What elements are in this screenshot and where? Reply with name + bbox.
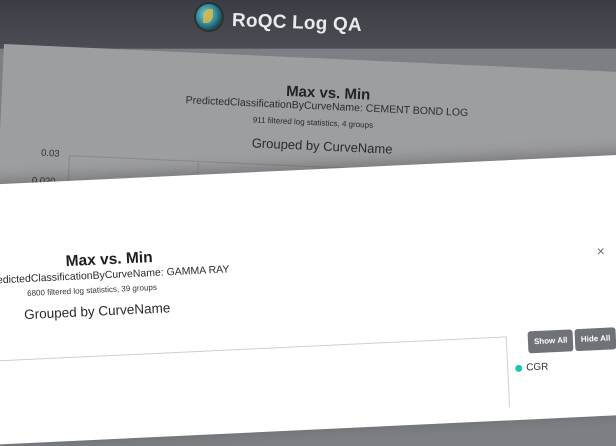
legend-marker-icon xyxy=(515,364,523,372)
show-all-button[interactable]: Show All xyxy=(527,329,574,354)
close-icon[interactable]: × xyxy=(593,243,608,259)
app-title: RoQC Log QA xyxy=(231,10,363,36)
logo-leaf-icon xyxy=(203,9,213,23)
background-y-tick: 0.03 xyxy=(40,147,60,160)
background-chart-stats: 911 filtered log statistics, 4 groups xyxy=(252,115,374,130)
legend-item-cgr[interactable]: CGR xyxy=(515,361,549,374)
modal-chart-stats: 6800 filtered log statistics, 39 groups xyxy=(26,282,158,298)
app-logo xyxy=(196,4,222,30)
background-chart-grouping: Grouped by CurveName xyxy=(251,135,393,157)
modal-chart-grouping: Grouped by CurveName xyxy=(23,300,171,323)
app-header: RoQC Log QA xyxy=(0,0,616,49)
chart-modal: × Max vs. Min PredictedClassificationByC… xyxy=(0,153,616,446)
modal-plot-area xyxy=(0,336,511,433)
hide-all-button[interactable]: Hide All xyxy=(574,327,616,352)
legend-label: CGR xyxy=(525,361,549,374)
